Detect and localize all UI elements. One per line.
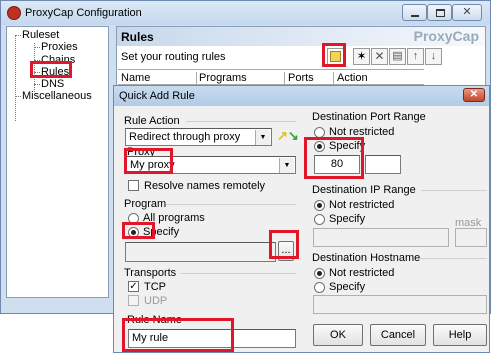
- port-not-restricted-label: Not restricted: [329, 126, 395, 138]
- app-icon: [7, 6, 21, 20]
- ip-specify-radio[interactable]: [314, 214, 325, 225]
- dialog-title: Quick Add Rule: [119, 90, 195, 102]
- udp-checkbox[interactable]: [128, 295, 139, 306]
- port-specify-label: Specify: [329, 140, 366, 152]
- rule-name-label: Rule Name: [127, 314, 183, 326]
- minimize-button[interactable]: [402, 4, 427, 21]
- ip-address-input[interactable]: [313, 228, 449, 247]
- ip-not-restricted-label: Not restricted: [329, 199, 395, 211]
- window-title: ProxyCap Configuration: [25, 7, 142, 19]
- transports-label: Transports: [124, 267, 177, 279]
- minimize-icon: [411, 15, 419, 17]
- rule-action-label: Rule Action: [124, 115, 180, 127]
- all-programs-label: All programs: [143, 212, 205, 224]
- tree-item-ruleset[interactable]: Ruleset: [22, 29, 59, 41]
- udp-label: UDP: [144, 295, 168, 307]
- new-rule-button[interactable]: ✶: [353, 48, 370, 65]
- tree-item-chains[interactable]: Chains: [41, 54, 75, 66]
- close-icon: ✕: [469, 89, 479, 100]
- resolve-remotely-checkbox[interactable]: [128, 180, 139, 191]
- dialog-title-bar: Quick Add Rule ✕: [114, 86, 489, 106]
- close-icon: ✕: [462, 6, 472, 18]
- chevron-down-icon: ▼: [255, 130, 270, 145]
- ip-specify-label: Specify: [329, 213, 366, 225]
- wand-icon: ✶: [356, 49, 367, 63]
- program-path-field[interactable]: [125, 242, 276, 262]
- maximize-button[interactable]: [427, 4, 452, 21]
- port-from-input[interactable]: 80: [314, 155, 360, 174]
- host-not-restricted-radio[interactable]: [314, 268, 325, 279]
- rules-table-header: Name Programs Ports Action: [118, 69, 424, 86]
- ok-button[interactable]: OK: [313, 324, 363, 346]
- browse-button[interactable]: ...: [278, 241, 294, 261]
- dest-ip-label: Destination IP Range: [312, 184, 416, 196]
- quick-add-icon: [330, 51, 341, 62]
- port-to-input[interactable]: [365, 155, 401, 174]
- rules-header-title: Rules: [121, 30, 154, 44]
- host-specify-radio[interactable]: [314, 282, 325, 293]
- brand-label: ProxyCap: [413, 28, 479, 44]
- column-programs[interactable]: Programs: [199, 72, 285, 86]
- edit-rule-button[interactable]: ▤: [389, 48, 406, 65]
- delete-rule-button[interactable]: ✕: [371, 48, 388, 65]
- proxy-select[interactable]: My proxy ▼: [126, 156, 296, 174]
- resolve-remotely-label: Resolve names remotely: [144, 180, 266, 192]
- hostname-input[interactable]: [313, 295, 487, 314]
- tree-item-dns[interactable]: DNS: [41, 78, 64, 90]
- tree-item-rules[interactable]: Rules: [41, 66, 69, 78]
- dest-port-label: Destination Port Range: [312, 111, 426, 123]
- help-button[interactable]: Help: [433, 324, 487, 346]
- move-up-button[interactable]: ↑: [407, 48, 424, 65]
- rules-toolbar: ✶ ✕ ▤ ↑ ↓: [323, 47, 483, 67]
- rule-action-value: Redirect through proxy: [129, 131, 241, 143]
- edit-icon: ▤: [392, 50, 403, 62]
- tcp-label: TCP: [144, 281, 166, 293]
- host-not-restricted-label: Not restricted: [329, 267, 395, 279]
- dialog-close-button[interactable]: ✕: [463, 88, 485, 102]
- dest-host-label: Destination Hostname: [312, 252, 421, 264]
- arrow-up-icon: ↑: [412, 50, 419, 62]
- all-programs-radio[interactable]: [128, 213, 139, 224]
- close-window-button[interactable]: ✕: [452, 4, 482, 21]
- column-action[interactable]: Action: [337, 72, 423, 86]
- arrow-down-icon: ↓: [430, 50, 437, 62]
- ruleset-tree: Ruleset Proxies Chains Rules DNS Miscell…: [6, 26, 109, 298]
- rules-subtitle: Set your routing rules: [121, 51, 226, 63]
- tree-item-proxies[interactable]: Proxies: [41, 41, 78, 53]
- swap-arrows-icon: ↗↘: [277, 128, 299, 143]
- maximize-icon: [436, 9, 445, 17]
- tcp-checkbox[interactable]: ✓: [128, 281, 139, 292]
- port-not-restricted-radio[interactable]: [314, 127, 325, 138]
- specify-program-label: Specify: [143, 226, 180, 238]
- main-title-bar: ProxyCap Configuration ✕: [1, 1, 490, 25]
- program-label: Program: [124, 198, 167, 210]
- delete-icon: ✕: [374, 49, 385, 63]
- tree-item-miscellaneous[interactable]: Miscellaneous: [22, 90, 92, 102]
- cancel-button[interactable]: Cancel: [370, 324, 426, 346]
- specify-program-radio[interactable]: [128, 227, 139, 238]
- column-name[interactable]: Name: [121, 72, 197, 86]
- chevron-down-icon: ▼: [279, 158, 294, 173]
- ip-not-restricted-radio[interactable]: [314, 200, 325, 211]
- ip-mask-input[interactable]: [455, 228, 487, 247]
- column-ports[interactable]: Ports: [288, 72, 334, 86]
- rule-action-select[interactable]: Redirect through proxy ▼: [125, 128, 272, 146]
- proxy-value: My proxy: [130, 159, 175, 171]
- quick-add-dialog: Quick Add Rule ✕ Rule Action Redirect th…: [113, 85, 490, 353]
- quick-add-rule-button[interactable]: [327, 48, 344, 65]
- rules-header: Rules ProxyCap: [117, 27, 485, 46]
- rule-name-input[interactable]: My rule: [128, 329, 296, 348]
- host-specify-label: Specify: [329, 281, 366, 293]
- port-specify-radio[interactable]: [314, 141, 325, 152]
- move-down-button[interactable]: ↓: [425, 48, 442, 65]
